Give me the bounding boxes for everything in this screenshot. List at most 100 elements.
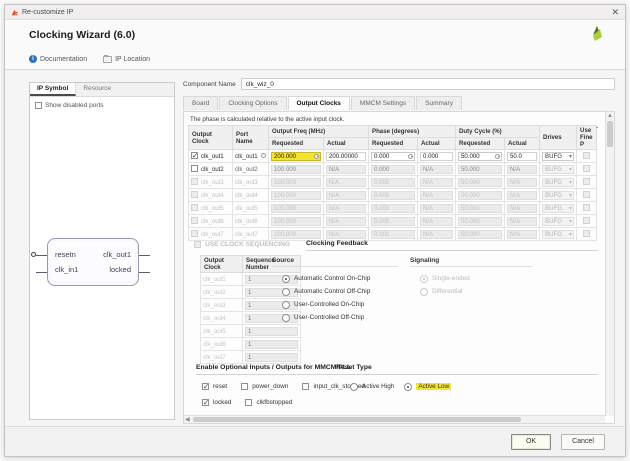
seq-output-clock: clk_out5 — [203, 328, 226, 335]
optional-io-option[interactable]: reset — [202, 380, 227, 393]
col-duty-requested: Requested — [456, 138, 505, 150]
component-name-input[interactable]: clk_wiz_0 — [241, 78, 615, 90]
port-name-value: clk_out6 — [235, 218, 258, 225]
ip-location-link[interactable]: IP Location — [103, 56, 150, 63]
output-clock-checkbox[interactable] — [191, 152, 198, 159]
optional-io-checkbox[interactable] — [302, 383, 309, 390]
reset-type-radio[interactable] — [350, 383, 358, 391]
output-clock-checkbox — [191, 217, 198, 224]
feedback-source-label: User-Controlled Off-Chip — [294, 314, 364, 321]
optional-io-checkbox[interactable] — [245, 399, 252, 406]
duty-requested-input[interactable]: 50.000 — [458, 152, 502, 161]
output-clock-label: clk_out3 — [201, 179, 224, 186]
reset-to-default-icon[interactable] — [314, 154, 319, 159]
optional-io-label: locked — [213, 399, 231, 406]
tab-clocking-options[interactable]: Clocking Options — [219, 96, 286, 110]
tab-board[interactable]: Board — [183, 96, 218, 110]
tab-summary[interactable]: Summary — [416, 96, 462, 110]
signaling-radio — [420, 288, 428, 296]
active-low-bubble-icon — [31, 252, 36, 257]
tab-resource[interactable]: Resource — [76, 83, 118, 96]
page-title: Clocking Wizard (6.0) — [29, 29, 135, 41]
tab-output-clocks[interactable]: Output Clocks — [288, 96, 350, 110]
reset-type-option[interactable]: Active High — [350, 380, 394, 393]
drives-dropdown: BUFG — [542, 191, 574, 200]
vivado-icon — [11, 9, 18, 16]
output-clock-checkbox — [191, 191, 198, 198]
seq-output-clock: clk_out2 — [203, 289, 226, 296]
feedback-source-option[interactable]: User-Controlled On-Chip — [282, 298, 370, 311]
source-options: Automatic Control On-ChipAutomatic Contr… — [282, 272, 370, 324]
port-name-value: clk_out7 — [235, 231, 258, 238]
duty-requested-input: 50.000 — [458, 178, 502, 187]
feedback-source-radio[interactable] — [282, 275, 290, 283]
col-freq-requested: Requested — [269, 138, 324, 150]
close-icon[interactable]: ✕ — [611, 8, 619, 17]
show-disabled-ports-checkbox[interactable] — [35, 102, 42, 109]
duty-actual-value: N/A — [507, 204, 537, 213]
reset-to-default-icon[interactable] — [408, 154, 413, 159]
phase-actual-value: N/A — [420, 191, 453, 200]
feedback-source-radio[interactable] — [282, 314, 290, 322]
reset-type-options: Active High Active Low — [350, 380, 451, 393]
duty-requested-input: 50.000 — [458, 165, 502, 174]
phase-note: The phase is calculated relative to the … — [190, 116, 344, 123]
table-row: clk_out3clk_out3100.000N/A0.000N/A50.000… — [189, 176, 597, 189]
feedback-source-option[interactable]: User-Controlled Off-Chip — [282, 311, 370, 324]
reset-type-radio[interactable] — [404, 383, 412, 391]
vertical-scrollbar-thumb[interactable] — [607, 121, 613, 147]
phase-requested-input: 0.000 — [371, 230, 415, 239]
feedback-source-label: User-Controlled On-Chip — [294, 301, 364, 308]
documentation-label: Documentation — [40, 56, 87, 63]
ok-button[interactable]: OK — [511, 434, 551, 450]
drives-dropdown[interactable]: BUFG — [542, 152, 574, 161]
horizontal-scrollbar[interactable]: ◀ — [184, 415, 605, 423]
feedback-source-radio[interactable] — [282, 301, 290, 309]
freq-requested-input: 100.000 — [271, 204, 321, 213]
freq-actual-value: N/A — [326, 230, 366, 239]
documentation-link[interactable]: i Documentation — [29, 55, 87, 63]
feedback-source-option[interactable]: Automatic Control On-Chip — [282, 272, 370, 285]
feedback-source-radio[interactable] — [282, 288, 290, 296]
phase-actual-value: N/A — [420, 217, 453, 226]
optional-io-checkbox[interactable] — [202, 383, 209, 390]
tab-ip-symbol[interactable]: IP Symbol — [30, 83, 76, 96]
sequencing-row: clk_out51 — [201, 325, 301, 338]
optional-io-option[interactable]: locked — [202, 396, 231, 409]
output-clocks-body: clk_out1clk_out1200.000200.000000.0000.0… — [189, 150, 597, 241]
port-name-value: clk_out3 — [235, 179, 258, 186]
reset-type-option[interactable]: Active Low — [404, 380, 451, 393]
vertical-scrollbar[interactable]: ▲ — [605, 112, 614, 416]
horizontal-scrollbar-thumb[interactable] — [193, 417, 521, 422]
optional-io-checkbox[interactable] — [202, 399, 209, 406]
scroll-up-icon[interactable]: ▲ — [606, 112, 614, 120]
freq-requested-input[interactable]: 200.000 — [271, 152, 321, 161]
optional-io-label: clkfbstopped — [256, 399, 292, 406]
phase-actual-value: N/A — [420, 178, 453, 187]
signaling-title: Signaling — [410, 257, 532, 267]
signaling-options: Single-endedDifferential — [420, 272, 470, 298]
ip-symbol-panel: IP Symbol Resource Show disabled ports r… — [29, 82, 175, 420]
cancel-button[interactable]: Cancel — [561, 434, 605, 450]
output-clock-checkbox[interactable] — [191, 165, 198, 172]
duty-actual-value: N/A — [507, 217, 537, 226]
reset-to-default-icon[interactable] — [261, 153, 266, 158]
phase-requested-input[interactable]: 0.000 — [371, 152, 415, 161]
drives-dropdown: BUFG — [542, 178, 574, 187]
sequencing-row: clk_out61 — [201, 338, 301, 351]
output-clock-label: clk_out6 — [201, 218, 224, 225]
tab-mmcm-settings[interactable]: MMCM Settings — [351, 96, 415, 110]
reset-to-default-icon[interactable] — [495, 154, 500, 159]
signaling-label: Single-ended — [432, 275, 470, 282]
show-disabled-ports-label: Show disabled ports — [45, 102, 104, 109]
table-row: clk_out2clk_out2100.000N/A0.000N/A50.000… — [189, 163, 597, 176]
scroll-left-icon[interactable]: ◀ — [185, 416, 190, 424]
seq-col-output-clock: Output Clock — [201, 256, 243, 273]
port-clk-in1: clk_in1 — [55, 265, 78, 274]
feedback-source-option[interactable]: Automatic Control Off-Chip — [282, 285, 370, 298]
optional-io-checkbox[interactable] — [241, 383, 248, 390]
output-clock-checkbox — [191, 178, 198, 185]
use-fine-ps-checkbox — [583, 217, 590, 224]
optional-io-option[interactable]: power_down — [241, 380, 288, 393]
optional-io-option[interactable]: clkfbstopped — [245, 396, 292, 409]
